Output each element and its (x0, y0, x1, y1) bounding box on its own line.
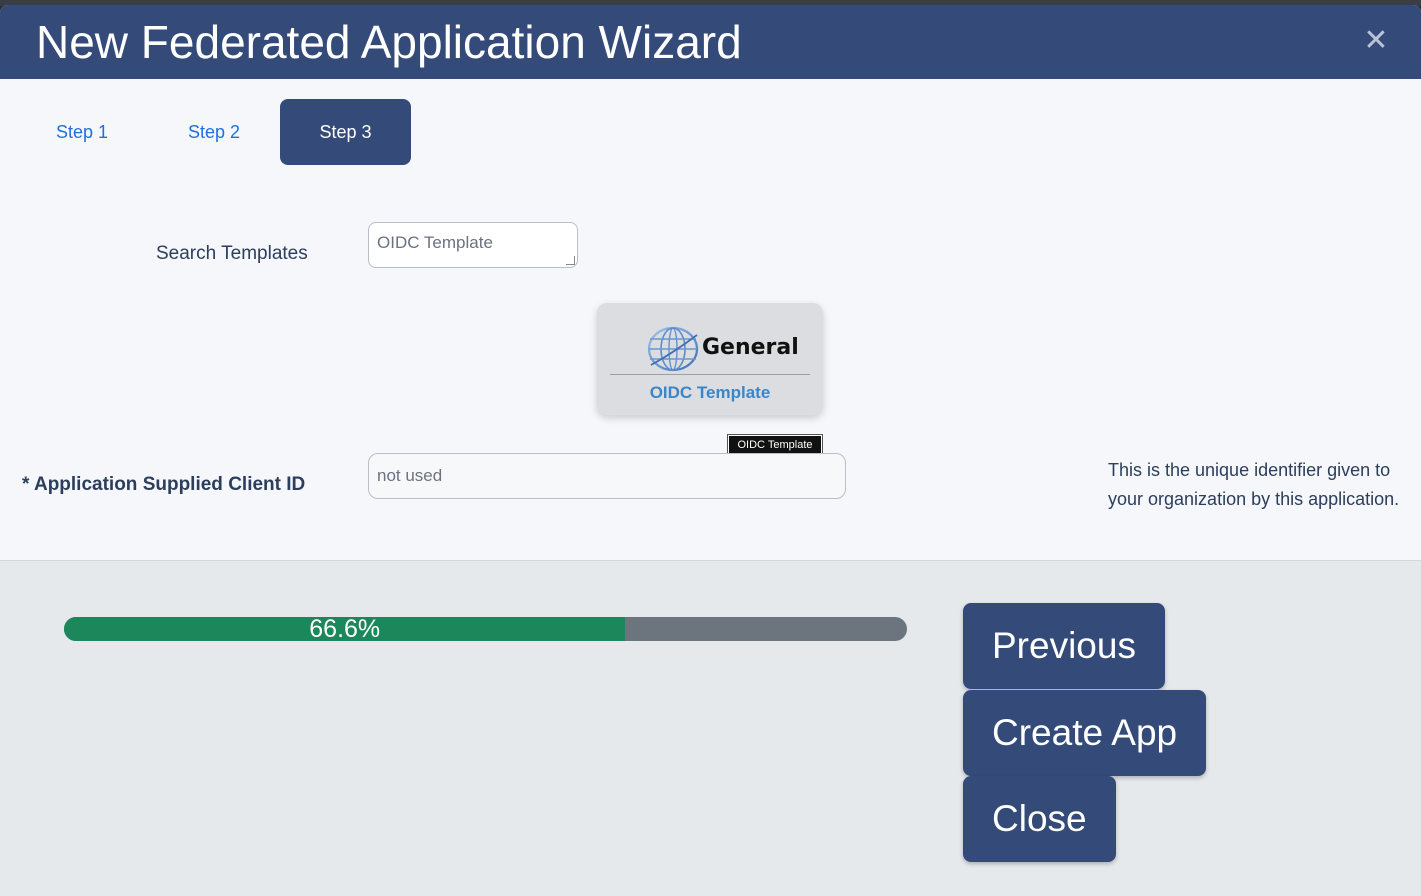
progress-label: 66.6% (309, 617, 381, 641)
search-templates-value: OIDC Template (377, 233, 493, 252)
template-brand: General (702, 335, 799, 360)
modal-footer: 66.6% Previous Create App Close (0, 560, 1421, 896)
modal-title: New Federated Application Wizard (36, 16, 742, 68)
client-id-label: * Application Supplied Client ID (22, 474, 306, 495)
client-id-help-text: This is the unique identifier given to y… (1108, 460, 1400, 509)
previous-button[interactable]: Previous (963, 603, 1165, 689)
create-app-button[interactable]: Create App (963, 690, 1207, 776)
close-button[interactable]: Close (963, 776, 1116, 862)
globe-icon (647, 326, 699, 372)
modal-body: Step 1 Step 2 Step 3 Search Templates OI… (0, 79, 1421, 560)
client-id-input[interactable]: not used (368, 453, 846, 499)
wizard-modal: New Federated Application Wizard ✕ Step … (0, 5, 1421, 896)
template-name: OIDC Template (649, 383, 771, 402)
template-divider (610, 374, 810, 375)
modal-header: New Federated Application Wizard ✕ (0, 5, 1421, 79)
client-id-placeholder: not used (377, 466, 443, 485)
search-templates-input[interactable]: OIDC Template (368, 222, 578, 268)
search-templates-label: Search Templates (156, 243, 308, 264)
template-card-oidc[interactable]: General OIDC Template (597, 303, 823, 415)
tab-step-2[interactable]: Step 2 (165, 99, 263, 165)
resize-handle-icon[interactable] (566, 256, 575, 265)
progress-bar: 66.6% (64, 617, 907, 641)
close-icon[interactable]: ✕ (1362, 26, 1390, 56)
tab-step-1[interactable]: Step 1 (35, 99, 129, 165)
tab-step-3[interactable]: Step 3 (280, 99, 411, 165)
